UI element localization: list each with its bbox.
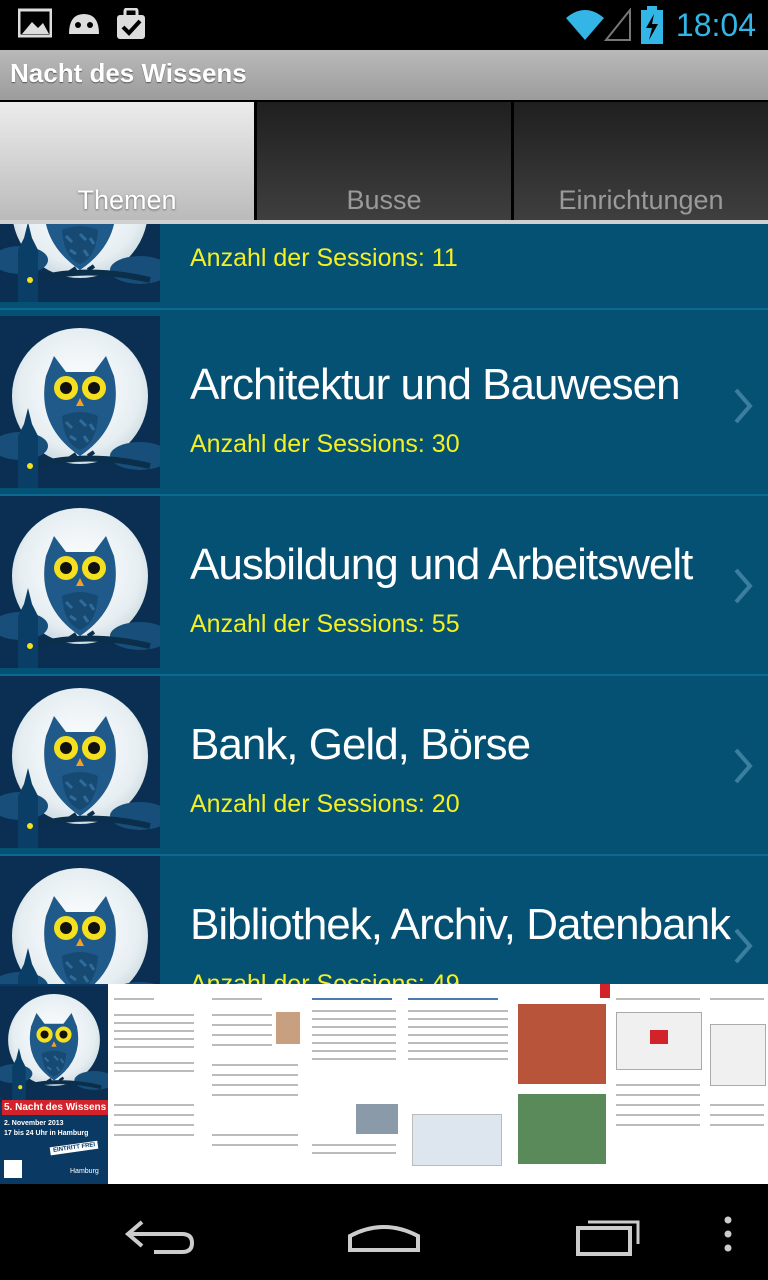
action-bar: Nacht des Wissens xyxy=(0,50,768,100)
qr-code xyxy=(4,1160,22,1178)
tab-themen[interactable]: Themen xyxy=(0,100,254,224)
task-done-notification-icon xyxy=(117,8,145,39)
chevron-right-icon xyxy=(734,568,753,604)
brochure-page[interactable] xyxy=(514,984,611,1184)
owl-cover-image xyxy=(0,984,108,1104)
item-title: Bank, Geld, Börse xyxy=(190,720,531,769)
brochure-page[interactable] xyxy=(402,984,515,1184)
brochure-page[interactable] xyxy=(108,984,207,1184)
tab-bar: Themen Busse Einrichtungen xyxy=(0,100,768,224)
list-item[interactable]: Architektur und Bauwesen Anzahl der Sess… xyxy=(0,316,768,496)
item-title: Bibliothek, Archiv, Datenbank xyxy=(190,900,731,949)
signal-icon xyxy=(604,8,631,41)
list-item[interactable]: Bibliothek, Archiv, Datenbank Anzahl der… xyxy=(0,856,768,984)
tab-label: Busse xyxy=(346,185,422,215)
brochure-cover[interactable]: 5. Nacht des Wissens 2. November 2013 17… xyxy=(0,984,109,1184)
back-icon[interactable] xyxy=(124,1214,196,1254)
navigation-bar xyxy=(0,1184,768,1280)
image-notification-icon xyxy=(18,8,52,38)
clock: 18:04 xyxy=(675,7,756,43)
chevron-right-icon xyxy=(734,388,753,424)
app-title: Nacht des Wissens xyxy=(10,58,247,88)
owl-thumbnail xyxy=(0,224,160,302)
topic-list[interactable]: Anzahl der Sessions: 11 Architektur und … xyxy=(0,224,768,984)
chevron-right-icon xyxy=(734,748,753,784)
tab-busse[interactable]: Busse xyxy=(257,100,511,224)
cover-headline: 5. Nacht des Wissens xyxy=(2,1100,108,1115)
brochure-page[interactable] xyxy=(206,984,307,1184)
list-item[interactable]: Bank, Geld, Börse Anzahl der Sessions: 2… xyxy=(0,676,768,856)
item-subtitle: Anzahl der Sessions: 55 xyxy=(190,610,460,638)
recent-apps-icon[interactable] xyxy=(574,1212,646,1256)
list-item[interactable]: Ausbildung und Arbeitswelt Anzahl der Se… xyxy=(0,496,768,676)
item-subtitle: Anzahl der Sessions: 49 xyxy=(190,970,460,984)
chevron-right-icon xyxy=(734,928,753,964)
item-subtitle: Anzahl der Sessions: 30 xyxy=(190,430,460,458)
cover-city: Hamburg xyxy=(70,1168,99,1175)
owl-thumbnail xyxy=(0,496,160,668)
wifi-icon xyxy=(566,10,604,40)
item-title: Architektur und Bauwesen xyxy=(190,360,681,409)
owl-thumbnail xyxy=(0,316,160,488)
cover-badge: EINTRITT FREI xyxy=(49,1140,99,1156)
android-notification-icon xyxy=(69,14,99,34)
brochure-page[interactable] xyxy=(706,984,768,1184)
brochure-page[interactable] xyxy=(306,984,403,1184)
owl-thumbnail xyxy=(0,856,160,984)
brochure-page[interactable] xyxy=(610,984,707,1184)
item-title: Ausbildung und Arbeitswelt xyxy=(190,540,693,589)
status-bar: 18:04 xyxy=(0,0,768,50)
item-subtitle: Anzahl der Sessions: 11 xyxy=(190,244,458,272)
owl-thumbnail xyxy=(0,676,160,848)
cover-time: 17 bis 24 Uhr in Hamburg xyxy=(4,1130,89,1137)
list-item[interactable]: Anzahl der Sessions: 11 xyxy=(0,224,768,310)
home-icon[interactable] xyxy=(346,1214,422,1254)
menu-overflow-icon[interactable] xyxy=(722,1214,734,1254)
battery-charging-icon xyxy=(641,6,663,44)
tab-einrichtungen[interactable]: Einrichtungen xyxy=(514,100,768,224)
item-subtitle: Anzahl der Sessions: 20 xyxy=(190,790,460,818)
brochure-gallery[interactable]: 5. Nacht des Wissens 2. November 2013 17… xyxy=(0,984,768,1184)
tab-label: Themen xyxy=(77,185,177,215)
tab-label: Einrichtungen xyxy=(558,185,724,215)
cover-date: 2. November 2013 xyxy=(4,1120,64,1127)
